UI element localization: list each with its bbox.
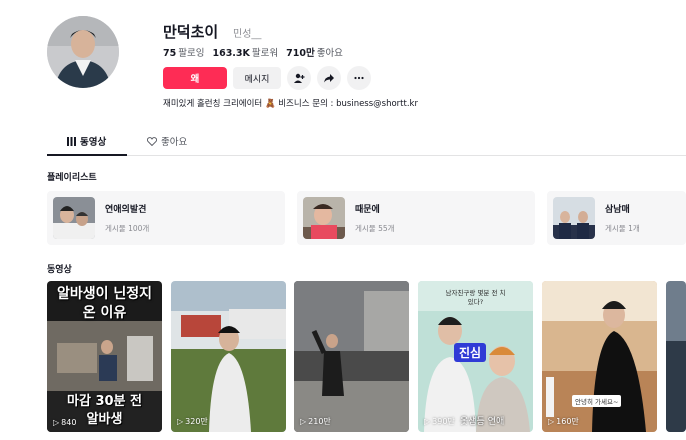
- playlist-card[interactable]: 연애의발견 게시물 100개: [47, 191, 285, 245]
- tab-videos-label: 동영상: [80, 137, 107, 148]
- playlist-title: 때문에: [355, 205, 380, 215]
- likes-label: 좋아요: [316, 48, 343, 59]
- grid-icon: [67, 136, 76, 146]
- playlists-heading: 플레이리스트: [47, 173, 97, 183]
- video-caption-top: 남자친구랑 몇분 전 치 있다?: [445, 289, 506, 306]
- profile-stats: 75 팔로잉 163.3K 팔로워 710만 좋아요: [163, 45, 343, 59]
- videos-heading: 동영상: [47, 265, 72, 275]
- share-button[interactable]: [317, 66, 341, 90]
- profile-bio: 재미있게 홀런칭 크리에이터 🧸 비즈니스 문의 : business@shor…: [163, 99, 418, 109]
- view-count-value: 840: [61, 418, 77, 427]
- following-stat[interactable]: 75 팔로잉: [163, 45, 204, 59]
- tab-likes-label: 좋아요: [161, 137, 188, 148]
- profile-actions: 왜 메시지: [163, 66, 371, 90]
- add-friend-button[interactable]: [287, 66, 311, 90]
- playlist-card[interactable]: 때문에 게시물 55개: [297, 191, 535, 245]
- view-count-value: 320만: [185, 417, 208, 426]
- view-count: ▷ 320만: [177, 416, 208, 427]
- followers-count: 163.3K: [212, 48, 250, 59]
- more-options-button[interactable]: [347, 66, 371, 90]
- playlist-thumbnail: [53, 197, 95, 239]
- view-count-value: 390만: [432, 417, 455, 426]
- share-arrow-icon: [324, 74, 334, 83]
- play-icon: ▷: [424, 417, 431, 426]
- video-card[interactable]: ▷ 210만: [294, 281, 409, 432]
- more-dots-icon: [354, 76, 364, 80]
- active-tab-indicator: [47, 154, 127, 156]
- follow-button[interactable]: 왜: [163, 67, 227, 89]
- heart-outline-icon: [147, 136, 157, 146]
- video-caption-highlight: 진심: [454, 343, 487, 362]
- following-count: 75: [163, 48, 177, 59]
- followers-stat[interactable]: 163.3K 팔로워: [212, 45, 278, 59]
- video-card[interactable]: [666, 281, 686, 432]
- add-user-icon: [294, 73, 305, 83]
- video-caption-mini: 안녕히 가세요~: [572, 395, 622, 407]
- likes-count: 710만: [286, 48, 315, 59]
- playlist-count: 게시물 100개: [105, 224, 150, 233]
- video-caption-bottom: 옷샘등 연애: [460, 417, 505, 427]
- video-caption-top: 알바생이 닌정지 온 이유: [56, 286, 153, 321]
- playlist-count: 게시물 55개: [355, 224, 395, 233]
- message-button[interactable]: 메시지: [233, 67, 281, 89]
- playlist-count: 게시물 1개: [605, 224, 640, 233]
- tab-videos[interactable]: 동영상: [67, 134, 106, 148]
- playlist-card[interactable]: 삼남매 게시물 1개: [547, 191, 686, 245]
- view-count: ▷ 840: [53, 418, 76, 427]
- view-count: ▷ 210만: [300, 416, 331, 427]
- view-count: ▷ 390만: [424, 416, 455, 427]
- profile-name: 만덕초이: [163, 23, 219, 41]
- view-count-value: 160만: [556, 417, 579, 426]
- profile-handle: 민성__: [233, 29, 262, 40]
- profile-tabs: 동영상 좋아요: [47, 128, 686, 156]
- video-card[interactable]: 안녕히 가세요~ ▷ 160만: [542, 281, 657, 432]
- play-icon: ▷: [177, 417, 184, 426]
- view-count: ▷ 160만: [548, 416, 579, 427]
- playlist-thumbnail: [553, 197, 595, 239]
- avatar[interactable]: [47, 16, 119, 88]
- play-icon: ▷: [53, 418, 60, 427]
- video-card[interactable]: ▷ 320만: [171, 281, 286, 432]
- tab-likes[interactable]: 좋아요: [147, 134, 187, 148]
- followers-label: 팔로워: [251, 48, 279, 59]
- playlist-thumbnail: [303, 197, 345, 239]
- playlist-title: 연애의발견: [105, 205, 147, 215]
- video-card[interactable]: 남자친구랑 몇분 전 치 있다? 진심 옷샘등 연애 ▷ 390만: [418, 281, 533, 432]
- video-card[interactable]: 알바생이 닌정지 온 이유 마감 30분 전 알바생 ▷ 840: [47, 281, 162, 432]
- likes-stat: 710만 좋아요: [286, 45, 343, 59]
- following-label: 팔로잉: [178, 48, 205, 59]
- playlist-title: 삼남매: [605, 205, 630, 215]
- view-count-value: 210만: [308, 417, 331, 426]
- play-icon: ▷: [548, 417, 555, 426]
- play-icon: ▷: [300, 417, 307, 426]
